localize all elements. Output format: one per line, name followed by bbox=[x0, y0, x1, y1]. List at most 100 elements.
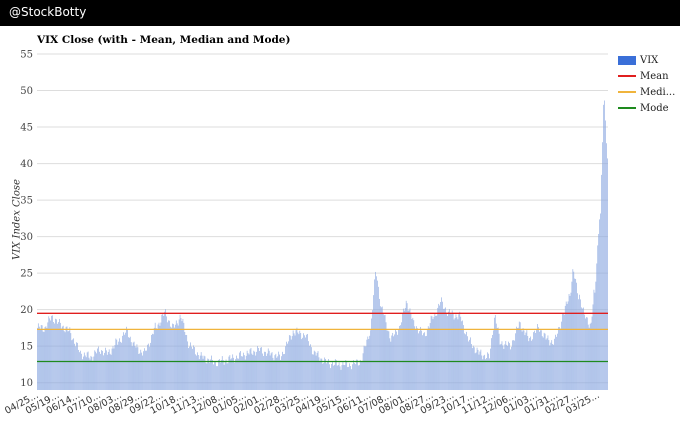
vix-bar bbox=[402, 308, 404, 390]
vix-bar bbox=[419, 331, 420, 390]
vix-bar bbox=[218, 359, 219, 390]
vix-bar bbox=[210, 359, 212, 390]
vix-bar bbox=[181, 321, 183, 390]
vix-bar bbox=[149, 346, 150, 390]
vix-bar bbox=[596, 263, 598, 390]
vix-bar bbox=[453, 319, 455, 390]
vix-bar bbox=[345, 360, 347, 390]
vix-bar bbox=[88, 357, 90, 390]
vix-bar bbox=[545, 339, 547, 390]
vix-bar bbox=[410, 313, 412, 390]
vix-bar bbox=[140, 349, 142, 390]
vix-bar bbox=[197, 355, 199, 390]
vix-bar bbox=[103, 355, 104, 390]
vix-bar bbox=[200, 352, 202, 390]
vix-bar bbox=[468, 341, 469, 390]
vix-bar bbox=[199, 355, 201, 390]
vix-bar bbox=[120, 341, 121, 390]
vix-bar bbox=[274, 355, 276, 390]
vix-bar bbox=[356, 359, 357, 390]
vix-bar bbox=[317, 351, 319, 390]
vix-bar bbox=[568, 294, 570, 390]
vix-bar bbox=[583, 307, 584, 390]
vix-bar bbox=[588, 327, 590, 390]
vix-bar bbox=[415, 329, 417, 390]
vix-bar bbox=[165, 309, 166, 390]
vix-bar bbox=[388, 331, 390, 390]
vix-bar bbox=[480, 349, 482, 390]
vix-bar bbox=[516, 326, 517, 390]
vix-bar bbox=[170, 326, 171, 390]
vix-bar bbox=[467, 336, 468, 390]
vix-bar bbox=[474, 353, 476, 390]
vix-bar bbox=[603, 104, 604, 390]
vix-bar bbox=[73, 338, 75, 390]
vix-bar bbox=[413, 320, 415, 390]
vix-bar bbox=[379, 306, 381, 390]
vix-bar bbox=[462, 320, 463, 390]
vix-bar bbox=[175, 320, 177, 390]
vix-bar bbox=[605, 120, 606, 390]
vix-bar bbox=[497, 327, 499, 390]
vix-bar bbox=[433, 316, 435, 390]
vix-bar bbox=[53, 322, 54, 390]
vix-bar bbox=[564, 305, 566, 390]
vix-bar bbox=[225, 359, 227, 390]
vix-bar bbox=[532, 339, 533, 390]
vix-bar bbox=[559, 327, 560, 390]
vix-bar bbox=[72, 339, 74, 390]
vix-bar bbox=[137, 347, 139, 390]
vix-bar bbox=[270, 353, 272, 390]
vix-bar bbox=[179, 314, 181, 390]
vix-bar bbox=[439, 305, 440, 390]
vix-bar bbox=[538, 327, 539, 390]
vix-bar bbox=[151, 335, 152, 390]
vix-bar bbox=[115, 338, 117, 390]
vix-bar bbox=[205, 362, 207, 390]
vix-bar bbox=[198, 359, 200, 390]
vix-bar bbox=[66, 326, 68, 390]
vix-bar bbox=[224, 361, 226, 390]
vix-bar bbox=[503, 348, 505, 390]
vix-bar bbox=[506, 344, 508, 390]
vix-bar bbox=[456, 317, 458, 390]
vix-bar bbox=[458, 314, 460, 390]
vix-bar bbox=[341, 365, 343, 390]
vix-bar bbox=[353, 360, 354, 390]
vix-bar bbox=[110, 354, 112, 390]
vix-bar bbox=[356, 359, 358, 390]
vix-bar bbox=[42, 331, 44, 390]
vix-bar bbox=[582, 308, 583, 390]
vix-bar bbox=[594, 292, 596, 390]
vix-bar bbox=[164, 311, 166, 390]
vix-bar bbox=[97, 348, 98, 390]
vix-bar bbox=[290, 339, 292, 390]
vix-bar bbox=[314, 351, 316, 390]
vix-bar bbox=[292, 330, 294, 390]
vix-bar bbox=[505, 341, 507, 390]
vix-bar bbox=[386, 330, 388, 390]
vix-bar bbox=[269, 355, 271, 390]
vix-bar bbox=[124, 334, 125, 390]
vix-bar bbox=[174, 324, 176, 390]
vix-bar bbox=[235, 359, 236, 390]
vix-bar bbox=[129, 336, 131, 390]
vix-bar bbox=[401, 322, 402, 390]
vix-bar bbox=[310, 344, 311, 390]
vix-bar bbox=[128, 337, 130, 390]
vix-bar bbox=[250, 347, 252, 390]
vix-bar bbox=[166, 316, 167, 390]
vix-bar bbox=[606, 143, 607, 390]
vix-bar bbox=[493, 330, 494, 390]
vix-bar bbox=[246, 350, 248, 390]
vix-bar bbox=[291, 336, 293, 390]
vix-bar bbox=[391, 335, 393, 390]
vix-bar bbox=[81, 353, 82, 390]
vix-bar bbox=[336, 365, 338, 390]
vix-bar bbox=[599, 219, 600, 390]
vix-bar bbox=[294, 335, 296, 390]
vix-bar bbox=[202, 358, 204, 390]
vix-bar bbox=[340, 369, 342, 390]
vix-bar bbox=[155, 328, 157, 390]
legend: VIX Mean Medi... Mode bbox=[618, 52, 675, 116]
